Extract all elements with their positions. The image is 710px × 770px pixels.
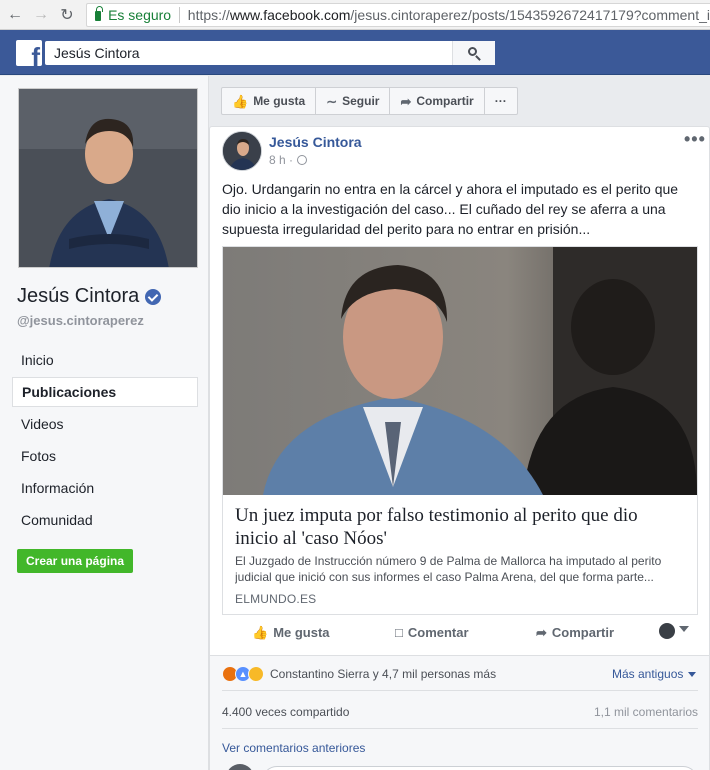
facebook-logo-letter: f [31, 42, 40, 66]
news-photo [223, 247, 697, 495]
search-button[interactable] [452, 41, 495, 65]
url-domain: www.facebook.com [229, 6, 351, 23]
sort-comments-dropdown[interactable]: Más antiguos [612, 667, 697, 681]
sort-label: Más antiguos [612, 667, 684, 681]
create-page-button[interactable]: Crear una página [17, 549, 134, 573]
nav-item-fotos[interactable]: Fotos [12, 440, 198, 472]
profile-photo-image [19, 89, 197, 267]
post-text: Ojo. Urdangarin no entra en la cárcel y … [222, 181, 679, 237]
reactions-text: Constantino Sierra y 4,7 mil personas má… [270, 667, 497, 681]
more-options-button[interactable]: ··· [485, 88, 517, 114]
divider [222, 690, 698, 691]
commenter-avatar[interactable] [226, 764, 254, 770]
back-icon[interactable]: ← [4, 4, 26, 26]
link-description: El Juzgado de Instrucción número 9 de Pa… [235, 554, 662, 584]
like-post-button[interactable]: 👍 Me gusta [252, 625, 330, 640]
share-post-button[interactable]: ➦ Compartir [536, 625, 614, 640]
thumbs-up-icon: 👍 [232, 93, 249, 109]
address-bar[interactable]: Es seguro https://www.facebook.com/jesus… [86, 2, 710, 27]
nav-item-videos[interactable]: Videos [12, 408, 198, 440]
secure-label: Es seguro [108, 6, 172, 23]
share-page-label: Compartir [416, 94, 474, 108]
page-sidebar: Jesús Cintora @jesus.cintoraperez Inicio… [0, 76, 209, 770]
reload-icon[interactable]: ↻ [56, 4, 78, 26]
page-name[interactable]: Jesús Cintora [17, 285, 162, 308]
chevron-down-icon [688, 671, 697, 677]
like-post-label: Me gusta [273, 625, 330, 640]
post-author[interactable]: Jesús Cintora [269, 134, 362, 150]
globe-icon [297, 155, 308, 165]
search-input[interactable]: Jesús Cintora [45, 41, 495, 65]
post-timestamp[interactable]: 8 h · [269, 153, 308, 167]
url-prefix: https:// [187, 6, 230, 23]
page-nav: Inicio Publicaciones Videos Fotos Inform… [12, 344, 198, 536]
follow-button[interactable]: ∼ Seguir [316, 88, 391, 114]
thumbs-up-icon: 👍 [252, 625, 269, 640]
share-post-label: Compartir [551, 625, 615, 640]
share-arrow-icon: ➦ [536, 625, 547, 640]
share-arrow-icon: ➦ [400, 93, 412, 109]
url-path: /jesus.cintoraperez/posts/15435926724171… [350, 6, 710, 23]
post-as-avatar[interactable] [659, 623, 675, 639]
post-card: Jesús Cintora 8 h · ••• Ojo. Urdangarin … [209, 126, 710, 770]
haha-reaction-icon [248, 666, 264, 682]
post-options-button[interactable]: ••• [684, 129, 706, 150]
link-title[interactable]: Un juez imputa por falso testimonio al p… [235, 504, 685, 550]
nav-item-informacion[interactable]: Información [12, 472, 198, 504]
divider [222, 728, 698, 729]
facebook-header: f Jesús Cintora [0, 30, 710, 75]
comment-input[interactable] [262, 766, 698, 770]
url-text: https://www.facebook.com/jesus.cintorape… [188, 7, 710, 23]
lock-icon [95, 6, 104, 21]
link-preview-image[interactable] [223, 247, 697, 495]
nav-item-publicaciones[interactable]: Publicaciones [12, 377, 198, 407]
profile-picture[interactable] [18, 88, 198, 268]
page-action-bar: 👍 Me gusta ∼ Seguir ➦ Compartir ··· [221, 87, 518, 115]
browser-toolbar: ← → ↻ Es seguro https://www.facebook.com… [0, 0, 710, 30]
comment-bubble-icon: □ [395, 625, 403, 640]
post-time-text: 8 h [269, 153, 286, 167]
search-icon [467, 46, 481, 60]
post-actions: 👍 Me gusta □ Comentar ➦ Compartir [222, 623, 698, 645]
forward-icon[interactable]: → [30, 4, 52, 26]
comment-button[interactable]: □ Comentar [395, 625, 469, 640]
shares-count[interactable]: 4.400 veces compartido [222, 705, 349, 719]
feedback-area: ▲ Constantino Sierra y 4,7 mil personas … [210, 656, 709, 770]
chevron-down-icon[interactable] [679, 626, 689, 632]
follow-label: Seguir [342, 94, 380, 108]
comments-count[interactable]: 1,1 mil comentarios [594, 705, 698, 719]
rss-icon: ∼ [326, 93, 338, 109]
post-time-sep: · [289, 153, 294, 167]
like-page-button[interactable]: 👍 Me gusta [222, 88, 317, 114]
reactions-summary[interactable]: ▲ Constantino Sierra y 4,7 mil personas … [222, 666, 496, 682]
link-domain: ELMUNDO.ES [235, 592, 317, 606]
nav-item-inicio[interactable]: Inicio [12, 344, 198, 376]
page-name-text: Jesús Cintora [17, 285, 140, 307]
verified-badge-icon [145, 288, 162, 305]
share-page-button[interactable]: ➦ Compartir [390, 88, 485, 114]
nav-item-comunidad[interactable]: Comunidad [12, 504, 198, 536]
author-avatar[interactable] [222, 131, 262, 171]
url-separator [179, 6, 180, 23]
page-handle[interactable]: @jesus.cintoraperez [17, 313, 144, 328]
author-avatar-image [223, 132, 261, 170]
comment-label: Comentar [407, 625, 469, 640]
like-page-label: Me gusta [253, 94, 306, 108]
link-preview[interactable]: Un juez imputa por falso testimonio al p… [222, 246, 698, 615]
facebook-logo-icon[interactable]: f [16, 40, 42, 66]
view-previous-comments-link[interactable]: Ver comentarios anteriores [222, 741, 365, 755]
